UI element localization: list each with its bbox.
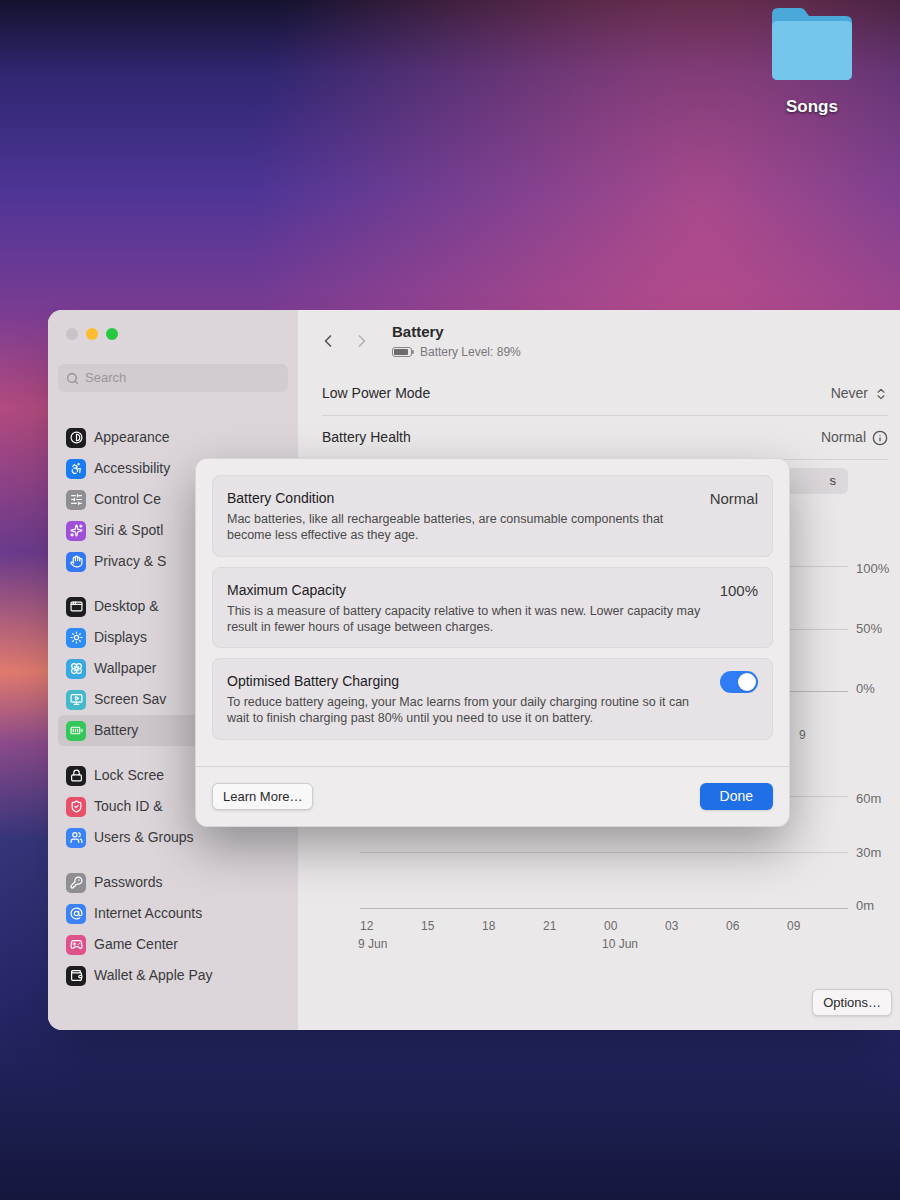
forward-icon[interactable]: [352, 331, 372, 351]
y-tick: 60m: [856, 792, 892, 806]
battery-health-dialog: Battery ConditionMac batteries, like all…: [195, 458, 790, 827]
window-subtitle: Battery Level: 89%: [420, 343, 521, 361]
x-tick: 06: [726, 917, 787, 953]
sidebar-item[interactable]: Internet Accounts: [58, 898, 288, 929]
sidebar-item-icon: [66, 935, 86, 955]
x-tick: 9: [787, 726, 848, 744]
sidebar-item[interactable]: Appearance: [58, 422, 288, 453]
back-icon[interactable]: [318, 331, 338, 351]
sidebar-item-label: Users & Groups: [94, 827, 194, 848]
desktop: Songs Search Appearance Accessibility Contro…: [0, 0, 900, 1200]
setting-row: Low Power Mode Never: [322, 372, 888, 416]
sidebar-item-label: Appearance: [94, 427, 170, 448]
folder-icon: [768, 4, 856, 82]
toggle-switch[interactable]: [720, 671, 758, 693]
sidebar-item-icon: [66, 873, 86, 893]
sidebar-item-label: Control Ce: [94, 489, 161, 510]
sidebar-item-label: Passwords: [94, 872, 162, 893]
row-title: Optimised Battery Charging: [227, 671, 704, 692]
row-title: Maximum Capacity: [227, 580, 704, 601]
setting-label: Low Power Mode: [322, 383, 430, 404]
zoom-button[interactable]: [106, 328, 118, 340]
sidebar-item[interactable]: Wallet & Apple Pay: [58, 960, 288, 991]
info-icon[interactable]: [872, 430, 888, 446]
sidebar-item-icon: [66, 628, 86, 648]
sidebar-item-label: Wallpaper: [94, 658, 157, 679]
dialog-row: Maximum CapacityThis is a measure of bat…: [212, 567, 773, 649]
y-tick: 0%: [856, 682, 892, 696]
sidebar-item-icon: [66, 597, 86, 617]
setting-label: Battery Health: [322, 427, 411, 448]
y-tick: 100%: [856, 562, 892, 576]
sidebar-item-label: Privacy & S: [94, 551, 166, 572]
row-value: Normal: [710, 488, 758, 511]
done-button[interactable]: Done: [700, 783, 773, 810]
sidebar-group: Passwords Internet Accounts Game Center Wal…: [58, 867, 288, 991]
sidebar-item-icon: [66, 966, 86, 986]
sidebar-item-label: Game Center: [94, 934, 178, 955]
options-button[interactable]: Options…: [812, 989, 892, 1017]
row-description: To reduce battery ageing, your Mac learn…: [227, 694, 704, 727]
x-tick: 03: [665, 917, 726, 953]
x-tick: 18: [482, 917, 543, 953]
updown-icon: [874, 387, 888, 401]
x-tick: 15: [421, 917, 482, 953]
sidebar-item-label: Internet Accounts: [94, 903, 202, 924]
row-description: Mac batteries, like all rechargeable bat…: [227, 511, 694, 544]
search-icon: [66, 372, 79, 385]
dialog-row: Battery ConditionMac batteries, like all…: [212, 475, 773, 557]
sidebar-item-icon: [66, 766, 86, 786]
close-button[interactable]: [66, 328, 78, 340]
sidebar-item-icon: [66, 797, 86, 817]
battery-icon: [392, 347, 414, 357]
sidebar-item-label: Battery: [94, 720, 138, 741]
row-title: Battery Condition: [227, 488, 694, 509]
sidebar-item-icon: [66, 552, 86, 572]
sidebar-item-label: Touch ID &: [94, 796, 162, 817]
window-title: Battery: [392, 321, 521, 344]
folder-label: Songs: [786, 94, 838, 120]
setting-value[interactable]: Never: [831, 383, 888, 404]
sidebar-item-label: Lock Scree: [94, 765, 164, 786]
minimize-button[interactable]: [86, 328, 98, 340]
setting-row: Battery Health Normal: [322, 416, 888, 460]
traffic-lights: [58, 328, 288, 340]
sidebar-item-label: Siri & Spotl: [94, 520, 163, 541]
sidebar-item[interactable]: Game Center: [58, 929, 288, 960]
sidebar-item-icon: [66, 828, 86, 848]
dialog-row: Optimised Battery ChargingTo reduce batt…: [212, 658, 773, 740]
dialog-footer: Learn More… Done: [196, 766, 789, 827]
sidebar-item-icon: [66, 904, 86, 924]
sidebar-item-icon: [66, 428, 86, 448]
setting-value[interactable]: Normal: [821, 427, 888, 448]
sidebar-item-icon: [66, 521, 86, 541]
learn-more-button[interactable]: Learn More…: [212, 783, 313, 811]
x-tick: 21: [543, 917, 604, 953]
sidebar-item-icon: [66, 659, 86, 679]
search-field[interactable]: Search: [58, 364, 288, 392]
sidebar-item-label: Wallet & Apple Pay: [94, 965, 213, 986]
y-tick: 0m: [856, 899, 892, 913]
sidebar-item-icon: [66, 490, 86, 510]
row-description: This is a measure of battery capacity re…: [227, 603, 704, 636]
sidebar-item-icon: [66, 721, 86, 741]
sidebar-item-label: Displays: [94, 627, 147, 648]
sidebar-item-label: Desktop &: [94, 596, 159, 617]
search-placeholder: Search: [85, 368, 126, 388]
sidebar-item-icon: [66, 690, 86, 710]
range-control[interactable]: s: [784, 468, 848, 494]
sidebar-item[interactable]: Passwords: [58, 867, 288, 898]
sidebar-item-icon: [66, 459, 86, 479]
y-tick: 30m: [856, 846, 892, 860]
sidebar-item-label: Accessibility: [94, 458, 170, 479]
x-tick: 09: [787, 917, 848, 953]
y-tick: 50%: [856, 622, 892, 636]
sidebar-item-label: Screen Sav: [94, 689, 166, 710]
header: BatteryBattery Level: 89%: [318, 310, 892, 372]
settings-list: Low Power Mode Never Battery Health Normal: [318, 372, 892, 460]
desktop-folder[interactable]: Songs: [768, 4, 856, 120]
row-value: 100%: [720, 580, 758, 603]
x-tick: 0010 Jun: [604, 917, 665, 953]
x-tick: 129 Jun: [360, 917, 421, 953]
